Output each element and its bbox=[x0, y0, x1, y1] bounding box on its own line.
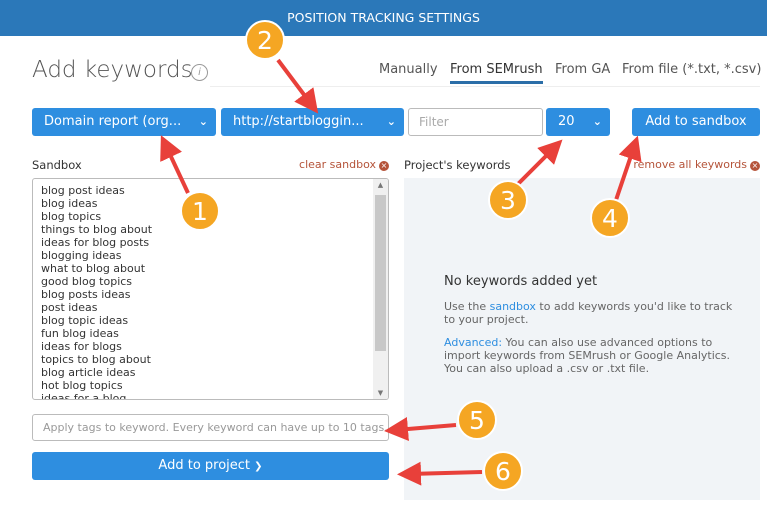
annotation-arrow bbox=[276, 58, 319, 114]
annotation-number: 4 bbox=[602, 204, 618, 233]
annotation-arrow bbox=[384, 417, 457, 441]
annotation-number: 3 bbox=[500, 186, 516, 215]
annotation-number: 5 bbox=[469, 406, 485, 435]
annotation-number: 2 bbox=[257, 26, 273, 55]
annotation-overlay: 1 2 3 4 56 bbox=[160, 20, 642, 491]
annotation-arrow bbox=[160, 135, 190, 194]
annotation-arrow bbox=[614, 135, 642, 201]
annotation-number: 6 bbox=[495, 457, 511, 486]
annotation-arrow bbox=[397, 461, 483, 486]
annotation-arrow bbox=[516, 139, 563, 186]
annotation-number: 1 bbox=[192, 197, 208, 226]
